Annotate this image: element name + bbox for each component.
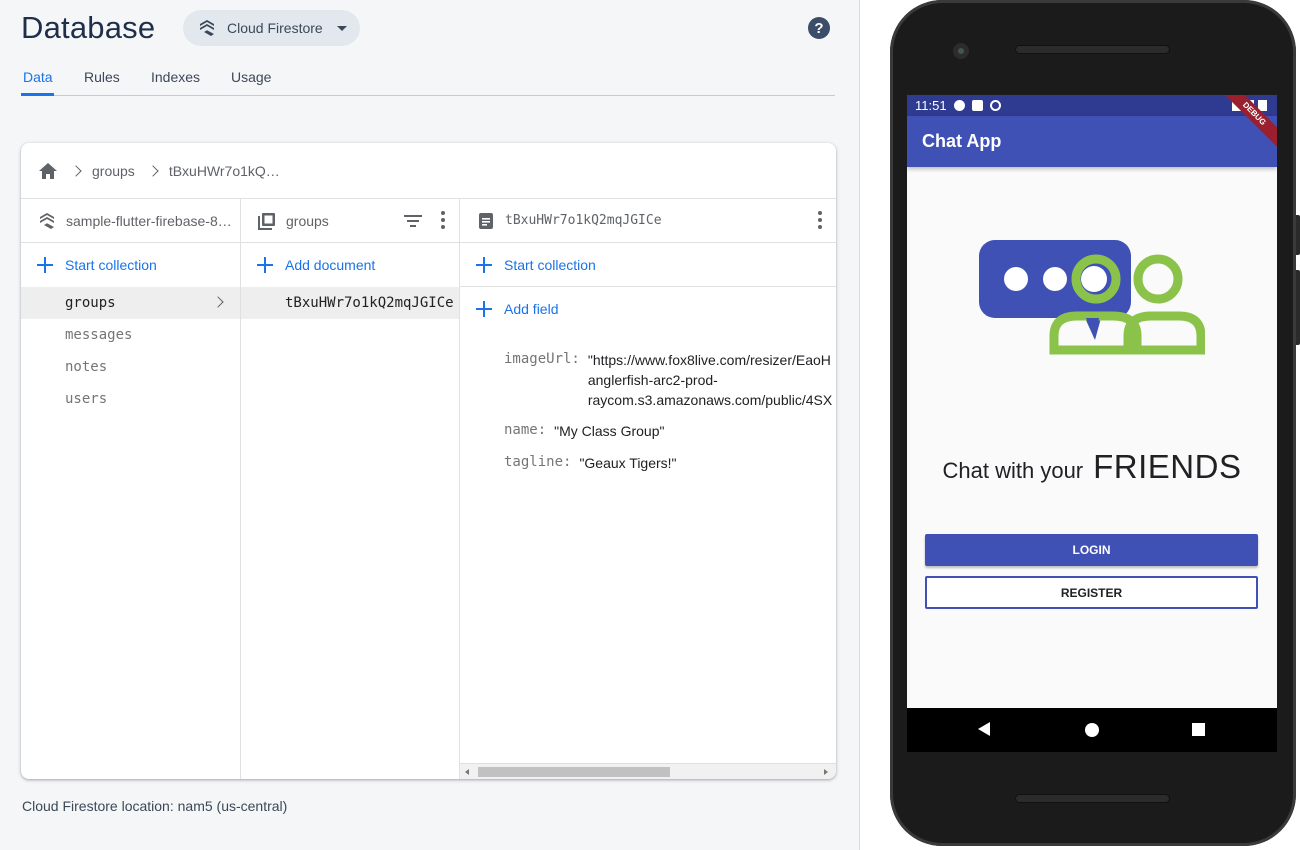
field-key: imageUrl: bbox=[504, 351, 580, 367]
back-icon[interactable] bbox=[978, 722, 990, 736]
scroll-right-icon[interactable] bbox=[824, 769, 828, 775]
field-value: "Geaux Tigers!" bbox=[579, 455, 677, 471]
chevron-right-icon bbox=[70, 164, 82, 177]
collection-column: groups Add document tBxuHWr7o1kQ2mqJGICe bbox=[241, 199, 460, 779]
active-tab-indicator bbox=[21, 93, 54, 96]
more-vert-icon[interactable] bbox=[818, 211, 822, 229]
home-button-icon[interactable] bbox=[1085, 723, 1099, 737]
help-icon[interactable]: ? bbox=[808, 17, 830, 39]
home-icon[interactable] bbox=[38, 161, 58, 181]
more-vert-icon[interactable] bbox=[441, 211, 445, 229]
chevron-right-icon bbox=[147, 164, 159, 177]
collection-icon bbox=[258, 212, 275, 230]
plus-icon bbox=[257, 257, 273, 273]
front-camera bbox=[953, 43, 969, 59]
database-selector-label: Cloud Firestore bbox=[227, 20, 323, 36]
login-button[interactable]: LOGIN bbox=[925, 534, 1258, 566]
firestore-location: Cloud Firestore location: nam5 (us-centr… bbox=[22, 798, 288, 814]
android-emulator: 11:51 Chat App DEBUG Chat with your FRIE… bbox=[890, 0, 1300, 846]
document-id: tBxuHWr7o1kQ2mqJGICe bbox=[505, 213, 662, 228]
collection-item-notes[interactable]: notes bbox=[21, 351, 240, 383]
field-key: name: bbox=[504, 422, 547, 438]
headline-small: Chat with your bbox=[942, 458, 1084, 483]
field-name[interactable]: name: "My Class Group" bbox=[504, 421, 664, 441]
app-bar: Chat App bbox=[907, 116, 1277, 167]
start-subcollection-button[interactable]: Start collection bbox=[460, 243, 836, 287]
plus-icon bbox=[476, 301, 492, 317]
chat-friends-logo bbox=[979, 240, 1205, 355]
field-tagline[interactable]: tagline: "Geaux Tigers!" bbox=[504, 453, 677, 473]
page-title: Database bbox=[21, 10, 156, 45]
tab-bar: Data Rules Indexes Usage bbox=[21, 60, 835, 96]
collection-item-users[interactable]: users bbox=[21, 383, 240, 415]
tab-indexes[interactable]: Indexes bbox=[151, 69, 200, 85]
status-bar: 11:51 bbox=[907, 95, 1277, 116]
firebase-console: Database Cloud Firestore ? Data Rules In… bbox=[0, 0, 860, 850]
phone-screen: 11:51 Chat App DEBUG Chat with your FRIE… bbox=[907, 95, 1277, 708]
collection-item-messages[interactable]: messages bbox=[21, 319, 240, 351]
database-selector[interactable]: Cloud Firestore bbox=[183, 10, 360, 46]
caret-down-icon bbox=[336, 25, 347, 31]
field-imageurl[interactable]: imageUrl: "https://www.fox8live.com/resiz… bbox=[504, 350, 832, 410]
root-column: sample-flutter-firebase-8… Start collect… bbox=[21, 199, 241, 779]
breadcrumb-groups[interactable]: groups bbox=[92, 163, 135, 179]
power-button[interactable] bbox=[1296, 215, 1300, 255]
start-collection-button[interactable]: Start collection bbox=[21, 243, 240, 287]
tab-data[interactable]: Data bbox=[23, 69, 53, 85]
add-field-button[interactable]: Add field bbox=[460, 287, 836, 331]
document-column-header: tBxuHWr7o1kQ2mqJGICe bbox=[460, 199, 836, 243]
field-value: "My Class Group" bbox=[554, 423, 665, 439]
plus-icon bbox=[476, 256, 492, 273]
plus-icon bbox=[37, 257, 53, 273]
earpiece-speaker bbox=[1015, 45, 1170, 54]
volume-button[interactable] bbox=[1296, 270, 1300, 345]
horizontal-scrollbar[interactable] bbox=[460, 763, 836, 779]
sd-card-icon bbox=[971, 100, 983, 111]
breadcrumb-document[interactable]: tBxuHWr7o1kQ… bbox=[169, 163, 280, 179]
navigation-bar bbox=[907, 708, 1277, 752]
register-button[interactable]: REGISTER bbox=[925, 576, 1258, 609]
recent-apps-icon[interactable] bbox=[1192, 723, 1205, 736]
document-item[interactable]: tBxuHWr7o1kQ2mqJGICe bbox=[241, 287, 459, 319]
tab-usage[interactable]: Usage bbox=[231, 69, 271, 85]
breadcrumb: groups tBxuHWr7o1kQ… bbox=[21, 143, 836, 199]
field-key: tagline: bbox=[504, 454, 572, 470]
filter-icon[interactable] bbox=[403, 213, 423, 229]
field-value: "https://www.fox8live.com/resizer/EaoH an… bbox=[587, 352, 833, 408]
collection-column-header: groups bbox=[241, 199, 459, 243]
chevron-right-icon bbox=[212, 296, 224, 308]
scroll-left-icon[interactable] bbox=[465, 769, 469, 775]
data-viewer-card: groups tBxuHWr7o1kQ… sample-flutter-fire… bbox=[21, 143, 836, 779]
scrollbar-thumb[interactable] bbox=[478, 767, 670, 777]
settings-icon bbox=[953, 100, 965, 111]
document-column: tBxuHWr7o1kQ2mqJGICe Start collection Ad… bbox=[460, 199, 836, 779]
headline: Chat with your FRIENDS bbox=[907, 448, 1277, 486]
add-document-button[interactable]: Add document bbox=[241, 243, 459, 287]
app-title: Chat App bbox=[922, 131, 1002, 151]
bottom-speaker bbox=[1015, 794, 1170, 803]
project-name: sample-flutter-firebase-8… bbox=[66, 212, 232, 229]
root-column-header: sample-flutter-firebase-8… bbox=[21, 199, 240, 243]
document-icon bbox=[479, 212, 493, 229]
collection-name: groups bbox=[286, 212, 329, 229]
firestore-icon bbox=[200, 20, 214, 36]
firestore-icon bbox=[40, 212, 54, 229]
tab-rules[interactable]: Rules bbox=[84, 69, 120, 85]
collection-item-groups[interactable]: groups bbox=[21, 287, 240, 319]
sync-icon bbox=[989, 100, 1001, 111]
headline-big: FRIENDS bbox=[1093, 448, 1242, 485]
status-time: 11:51 bbox=[915, 98, 947, 113]
